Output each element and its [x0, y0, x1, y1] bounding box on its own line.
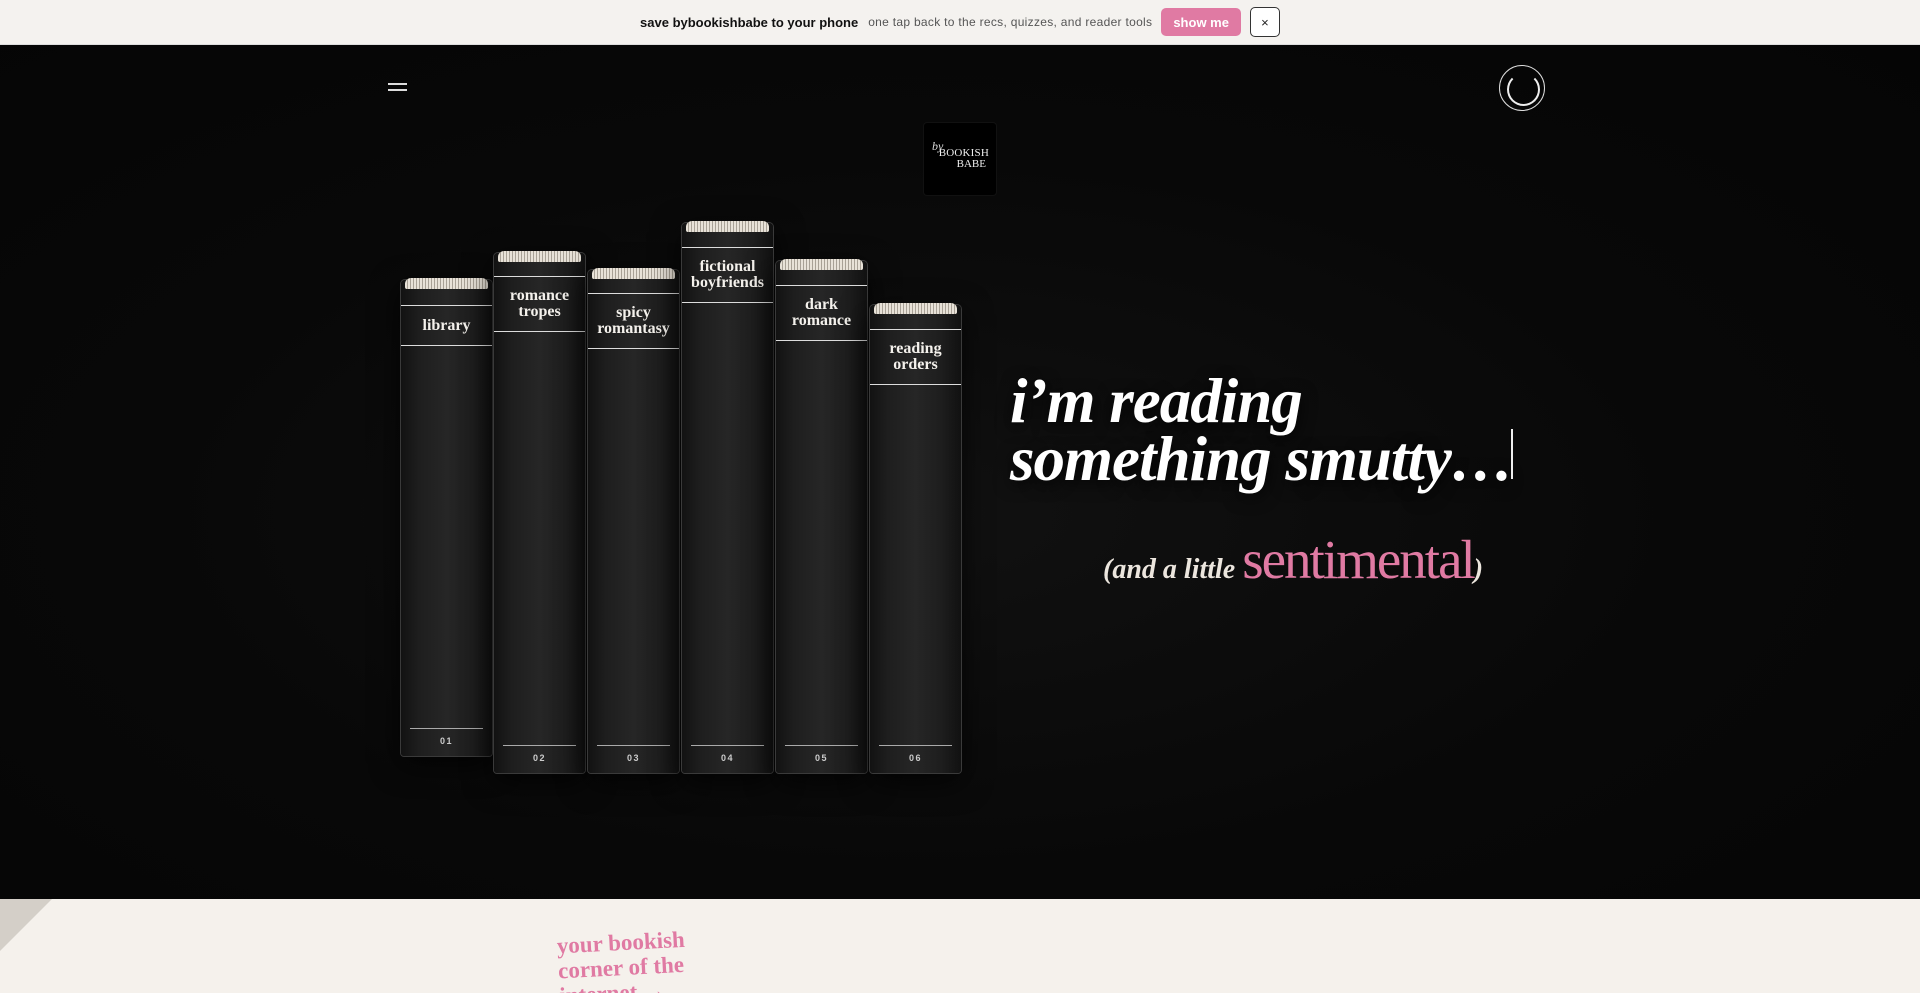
book-pages: [498, 251, 581, 262]
book-fictional-boyfriends[interactable]: fictional boyfriends 04: [682, 221, 773, 773]
show-me-button[interactable]: show me: [1161, 8, 1241, 36]
book-number: 04: [691, 745, 764, 763]
book-pages: [874, 303, 957, 314]
book-label: reading orders: [870, 329, 961, 385]
site-logo[interactable]: by BOOKISH BABE: [924, 123, 996, 195]
subline-prefix: (and a little: [1103, 554, 1243, 585]
banner-subtitle: one tap back to the recs, quizzes, and r…: [868, 15, 1153, 29]
logo-by: by: [932, 139, 944, 153]
typing-cursor: [1511, 429, 1513, 479]
book-dark-romance[interactable]: dark romance 05: [776, 259, 867, 773]
book-label: dark romance: [776, 285, 867, 341]
book-reading-orders[interactable]: reading orders 06: [870, 303, 961, 773]
close-banner-button[interactable]: ×: [1249, 7, 1280, 37]
book-number: 02: [503, 745, 576, 763]
book-pages: [780, 259, 863, 270]
intro-tagline: your bookish corner of the internet →: [556, 926, 686, 993]
book-romance-tropes[interactable]: romance tropes 02: [494, 251, 585, 773]
book-label: romance tropes: [494, 276, 585, 332]
book-label: spicy romantasy: [588, 293, 679, 349]
banner-title: save bybookishbabe to your phone: [640, 14, 859, 30]
book-number: 05: [785, 745, 858, 763]
book-pages: [686, 221, 769, 232]
book-label: library: [401, 305, 492, 346]
subline-suffix: ): [1473, 554, 1484, 585]
book-number: 06: [879, 745, 952, 763]
book-pages: [405, 278, 488, 289]
book-number: 01: [410, 728, 483, 746]
menu-icon[interactable]: [388, 83, 407, 91]
subline-accent: sentimental: [1242, 529, 1476, 590]
hero-subline: (and a little sentimental): [1103, 528, 1483, 591]
intro-section: your bookish corner of the internet →: [0, 899, 1920, 993]
headline-line1: i’m reading: [1010, 366, 1303, 436]
book-spicy-romantasy[interactable]: spicy romantasy 03: [588, 268, 679, 773]
headline-line2: something smutty…: [1010, 424, 1514, 494]
book-pages: [592, 268, 675, 279]
account-icon[interactable]: [1499, 65, 1545, 111]
install-banner: save bybookishbabe to your phone one tap…: [0, 0, 1920, 45]
book-number: 03: [597, 745, 670, 763]
logo-line2: BABE: [956, 158, 986, 170]
corner-fold: [0, 899, 52, 951]
hero-headline: i’m reading something smutty…: [1010, 366, 1570, 494]
book-label: fictional boyfriends: [682, 247, 773, 303]
book-library[interactable]: library 01: [401, 278, 492, 756]
hero-section: by BOOKISH BABE library 01 romance trope…: [0, 45, 1920, 899]
